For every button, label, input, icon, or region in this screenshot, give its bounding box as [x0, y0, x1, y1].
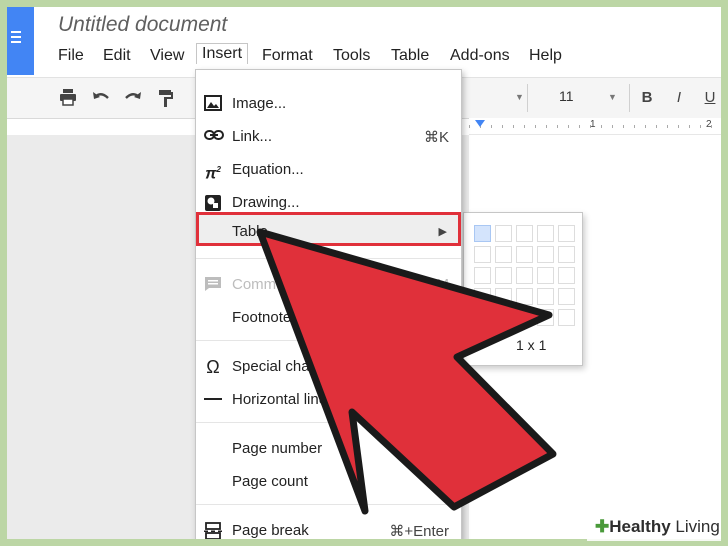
undo-icon[interactable] [90, 88, 112, 108]
menu-tools[interactable]: Tools [327, 45, 376, 67]
menu-item-footnote[interactable]: Footnote [196, 302, 461, 332]
menu-item-link[interactable]: Link... ⌘K [196, 121, 461, 151]
grid-cell[interactable] [558, 267, 575, 284]
comment-shortcut: …n+M [404, 276, 449, 293]
table-grid-cells[interactable] [474, 225, 575, 326]
grid-cell[interactable] [537, 225, 554, 242]
grid-cell[interactable] [474, 288, 491, 305]
grid-cell[interactable] [516, 309, 533, 326]
watermark: ✚Healthy Living [587, 513, 721, 541]
menu-item-page-break[interactable]: Page break ⌘+Enter [196, 515, 461, 539]
table-size-picker: 1 x 1 [463, 212, 583, 366]
grid-cell[interactable] [558, 309, 575, 326]
grid-cell[interactable] [558, 288, 575, 305]
app-window: Untitled document File Edit View Insert … [7, 7, 721, 539]
pi-squared-icon: π2 [205, 165, 221, 183]
ruler-mark-1: 1 [590, 119, 596, 130]
grid-cell[interactable] [537, 246, 554, 263]
grid-cell[interactable] [474, 225, 491, 242]
docs-home-icon[interactable] [7, 7, 34, 75]
healthy-living-logo-icon: ✚ [595, 517, 610, 536]
page-break-shortcut: ⌘+Enter [389, 523, 449, 539]
menu-file[interactable]: File [52, 45, 90, 67]
menu-insert[interactable]: Insert [196, 43, 249, 64]
link-shortcut: ⌘K [423, 129, 449, 146]
menu-item-image[interactable]: Image... [196, 88, 461, 118]
grid-cell[interactable] [516, 246, 533, 263]
menu-item-equation[interactable]: π2 Equation... [196, 154, 461, 184]
ruler-mark-2: 2 [706, 119, 712, 130]
grid-cell[interactable] [474, 309, 491, 326]
menu-item-table[interactable]: Table ▶ [196, 216, 461, 246]
submenu-arrow-icon: ▶ [438, 226, 447, 238]
comment-icon [204, 276, 222, 294]
font-family-dropdown-caret[interactable]: ▼ [515, 92, 524, 102]
menu-item-page-number[interactable]: Page number ▶ [196, 433, 461, 463]
menu-addons[interactable]: Add-ons [444, 45, 516, 67]
omega-icon: Ω [206, 357, 220, 377]
printer-icon[interactable] [57, 88, 79, 108]
menu-help[interactable]: Help [523, 45, 568, 67]
bold-button[interactable]: B [636, 88, 658, 108]
drawing-icon [204, 194, 222, 212]
menu-item-comment[interactable]: Comm …n+M [196, 269, 461, 299]
grid-cell[interactable] [516, 267, 533, 284]
document-title[interactable]: Untitled document [58, 13, 227, 37]
insert-menu-dropdown: Image... Link... ⌘K π2 Equation... Drawi… [195, 69, 462, 539]
table-size-label: 1 x 1 [516, 337, 547, 353]
italic-button[interactable]: I [668, 88, 690, 108]
horizontal-line-icon [204, 391, 222, 409]
grid-cell[interactable] [495, 246, 512, 263]
menu-view[interactable]: View [144, 45, 190, 67]
menu-table[interactable]: Table [385, 45, 435, 67]
indent-marker[interactable] [475, 120, 485, 127]
grid-cell[interactable] [495, 309, 512, 326]
menu-item-horizontal-line[interactable]: Horizontal line [196, 384, 461, 414]
menu-item-special-characters[interactable]: Ω Special char [196, 351, 461, 381]
grid-cell[interactable] [495, 225, 512, 242]
grid-cell[interactable] [495, 288, 512, 305]
font-size-dropdown-caret[interactable]: ▼ [608, 92, 617, 102]
grid-cell[interactable] [537, 309, 554, 326]
ruler: 1 2 [469, 118, 721, 135]
grid-cell[interactable] [558, 225, 575, 242]
grid-cell[interactable] [537, 267, 554, 284]
grid-cell[interactable] [495, 267, 512, 284]
menu-edit[interactable]: Edit [97, 45, 137, 67]
submenu-arrow-icon: ▶ [442, 442, 451, 454]
grid-cell[interactable] [474, 246, 491, 263]
font-size-value[interactable]: 11 [559, 88, 574, 104]
link-icon [204, 128, 224, 146]
grid-cell[interactable] [558, 246, 575, 263]
page-break-icon [204, 522, 222, 539]
underline-button[interactable]: U [699, 88, 721, 108]
redo-icon[interactable] [122, 88, 144, 108]
grid-cell[interactable] [516, 288, 533, 305]
menu-format[interactable]: Format [256, 45, 319, 67]
grid-cell[interactable] [516, 225, 533, 242]
image-icon [204, 95, 222, 113]
grid-cell[interactable] [474, 267, 491, 284]
menu-item-page-count[interactable]: Page count [196, 466, 461, 496]
grid-cell[interactable] [537, 288, 554, 305]
paint-format-icon[interactable] [155, 88, 177, 108]
